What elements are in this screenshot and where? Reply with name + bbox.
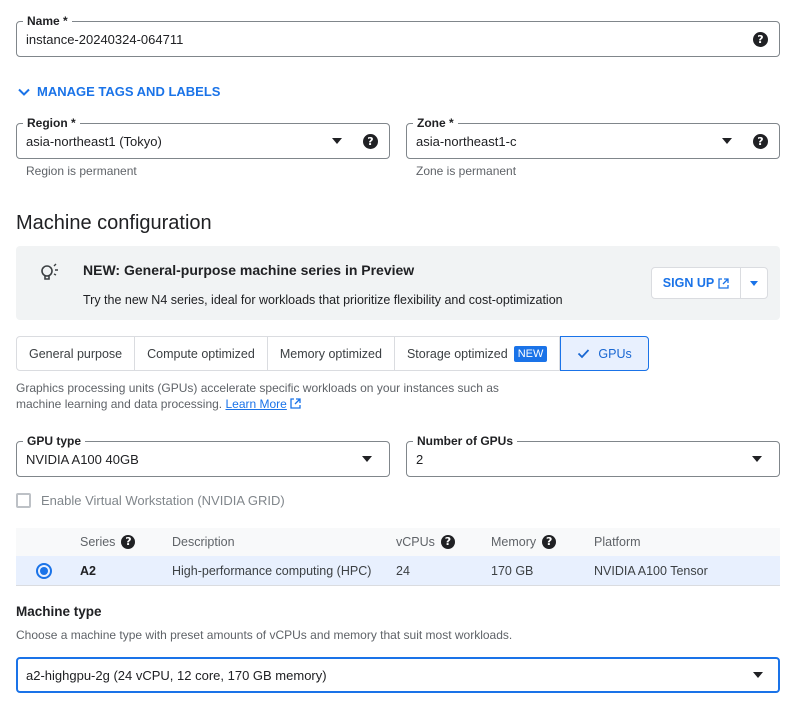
tab-label: General purpose [29, 346, 123, 361]
chevron-down-icon [18, 88, 30, 96]
virtual-workstation-checkbox-row[interactable]: Enable Virtual Workstation (NVIDIA GRID) [16, 493, 285, 508]
column-header-series: Series? [80, 535, 136, 549]
gpu-type-value: NVIDIA A100 40GB [26, 452, 139, 467]
region-label: Region * [23, 116, 80, 130]
virtual-workstation-label: Enable Virtual Workstation (NVIDIA GRID) [41, 493, 285, 508]
dropdown-arrow-icon [752, 456, 762, 462]
column-header-platform: Platform [594, 535, 641, 549]
dropdown-arrow-icon [753, 672, 763, 678]
zone-value: asia-northeast1-c [416, 134, 517, 149]
preview-banner: NEW: General-purpose machine series in P… [16, 246, 780, 320]
external-link-icon [290, 398, 301, 409]
check-icon [578, 349, 590, 359]
gpu-count-value: 2 [416, 452, 424, 467]
machine-type-heading: Machine type [16, 604, 102, 619]
tab-gpus[interactable]: GPUs [560, 336, 649, 371]
gpu-type-label: GPU type [23, 434, 86, 448]
name-input[interactable]: instance-20240324-064711 [26, 32, 183, 47]
tab-label: GPUs [598, 346, 632, 361]
series-cell: A2 [80, 564, 96, 578]
external-link-icon [718, 277, 729, 289]
manage-tags-button[interactable]: MANAGE TAGS AND LABELS [17, 84, 220, 99]
tab-label: Storage optimized [406, 346, 508, 361]
name-field-label: Name * [23, 14, 72, 28]
description-cell: High-performance computing (HPC) [172, 564, 372, 578]
help-icon[interactable]: ? [753, 32, 768, 47]
help-icon[interactable]: ? [121, 535, 136, 549]
table-header: Series? Description vCPUs? Memory? Platf… [16, 528, 780, 556]
machine-type-description: Choose a machine type with preset amount… [16, 628, 513, 642]
platform-cell: NVIDIA A100 Tensor [594, 564, 708, 578]
region-value: asia-northeast1 (Tokyo) [26, 134, 162, 149]
zone-label: Zone * [413, 116, 458, 130]
dropdown-arrow-icon [750, 280, 758, 286]
help-icon[interactable]: ? [363, 134, 378, 149]
series-radio-button[interactable] [36, 563, 52, 579]
tab-storage-optimized[interactable]: Storage optimized NEW [395, 337, 561, 370]
tab-memory-optimized[interactable]: Memory optimized [268, 337, 395, 370]
gpu-count-select[interactable]: Number of GPUs 2 [406, 434, 780, 477]
column-header-vcpus: vCPUs? [396, 535, 455, 549]
column-header-memory: Memory? [491, 535, 557, 549]
zone-hint: Zone is permanent [416, 164, 517, 178]
lightbulb-icon [41, 263, 58, 280]
tab-label: Memory optimized [279, 346, 382, 361]
dropdown-arrow-icon [722, 138, 732, 144]
vcpus-cell: 24 [396, 564, 410, 578]
dropdown-arrow-icon [332, 138, 342, 144]
virtual-workstation-checkbox[interactable] [16, 493, 31, 508]
region-select[interactable]: Region * asia-northeast1 (Tokyo) ? [16, 116, 390, 159]
column-header-description: Description [172, 535, 235, 549]
learn-more-link[interactable]: Learn More [225, 397, 286, 411]
help-icon[interactable]: ? [753, 134, 768, 149]
gpu-count-label: Number of GPUs [413, 434, 518, 448]
banner-title: NEW: General-purpose machine series in P… [83, 262, 415, 278]
sign-up-split-button[interactable]: SIGN UP [651, 267, 768, 299]
machine-type-value: a2-highgpu-2g (24 vCPU, 12 core, 170 GB … [26, 668, 327, 683]
tab-label: Compute optimized [147, 346, 255, 361]
memory-cell: 170 GB [491, 564, 534, 578]
name-field[interactable]: Name * instance-20240324-064711 ? [16, 14, 780, 57]
banner-text: Try the new N4 series, ideal for workloa… [83, 293, 563, 307]
region-hint: Region is permanent [26, 164, 137, 178]
manage-tags-label: MANAGE TAGS AND LABELS [37, 84, 221, 99]
dropdown-arrow-icon [362, 456, 372, 462]
gpu-type-select[interactable]: GPU type NVIDIA A100 40GB [16, 434, 390, 477]
machine-type-select[interactable]: a2-highgpu-2g (24 vCPU, 12 core, 170 GB … [16, 657, 780, 693]
tab-compute-optimized[interactable]: Compute optimized [135, 337, 268, 370]
help-icon[interactable]: ? [440, 535, 455, 549]
tab-general-purpose[interactable]: General purpose [17, 337, 136, 370]
zone-select[interactable]: Zone * asia-northeast1-c ? [406, 116, 780, 159]
series-table: Series? Description vCPUs? Memory? Platf… [16, 528, 780, 586]
help-icon[interactable]: ? [542, 535, 557, 549]
sign-up-label: SIGN UP [662, 276, 715, 290]
table-row[interactable]: A2 High-performance computing (HPC) 24 1… [16, 556, 780, 586]
new-badge: NEW [513, 345, 548, 362]
gpu-description: Graphics processing units (GPUs) acceler… [16, 380, 536, 412]
machine-family-tabs: General purpose Compute optimized Memory… [16, 336, 649, 371]
sign-up-dropdown[interactable] [741, 268, 767, 298]
machine-configuration-heading: Machine configuration [16, 212, 212, 234]
sign-up-button[interactable]: SIGN UP [652, 268, 741, 298]
